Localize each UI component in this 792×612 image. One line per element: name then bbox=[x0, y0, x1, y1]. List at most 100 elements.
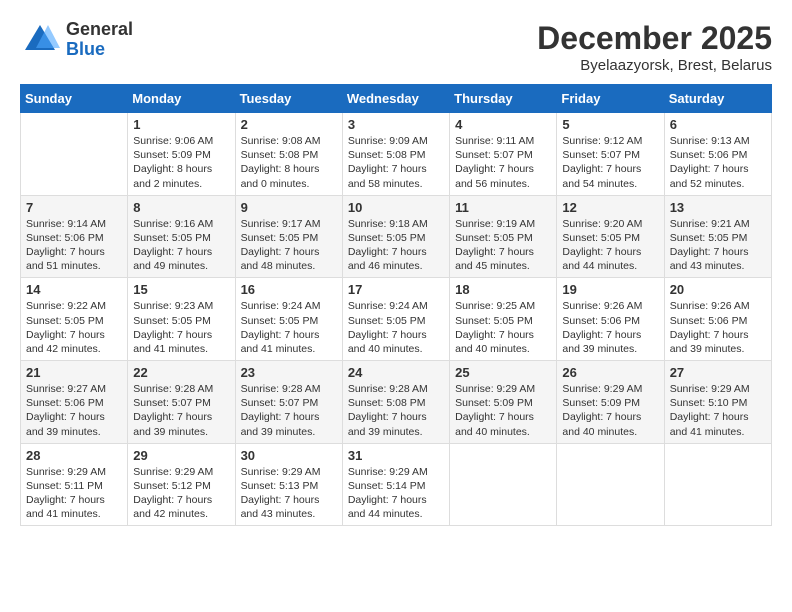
cell-info: Sunrise: 9:20 AM Sunset: 5:05 PM Dayligh… bbox=[562, 217, 658, 274]
cell-info: Sunrise: 9:08 AM Sunset: 5:08 PM Dayligh… bbox=[241, 134, 337, 191]
cell-info: Sunrise: 9:29 AM Sunset: 5:09 PM Dayligh… bbox=[455, 382, 551, 439]
cell-info: Sunrise: 9:16 AM Sunset: 5:05 PM Dayligh… bbox=[133, 217, 229, 274]
cell-day-number: 8 bbox=[133, 200, 229, 215]
cell-info: Sunrise: 9:29 AM Sunset: 5:14 PM Dayligh… bbox=[348, 465, 444, 522]
calendar-cell: 12 Sunrise: 9:20 AM Sunset: 5:05 PM Dayli… bbox=[557, 195, 664, 278]
cell-day-number: 16 bbox=[241, 282, 337, 297]
calendar-week-row: 21 Sunrise: 9:27 AM Sunset: 5:06 PM Dayli… bbox=[21, 361, 772, 444]
cell-day-number: 11 bbox=[455, 200, 551, 215]
calendar-cell: 27Sunrise: 9:29 AM Sunset: 5:10 PM Dayli… bbox=[664, 361, 771, 444]
cell-day-number: 1 bbox=[133, 117, 229, 132]
cell-day-number: 15 bbox=[133, 282, 229, 297]
cell-info: Sunrise: 9:11 AM Sunset: 5:07 PM Dayligh… bbox=[455, 134, 551, 191]
calendar-cell: 28 Sunrise: 9:29 AM Sunset: 5:11 PM Dayli… bbox=[21, 443, 128, 526]
cell-info: Sunrise: 9:19 AM Sunset: 5:05 PM Dayligh… bbox=[455, 217, 551, 274]
cell-day-number: 22 bbox=[133, 365, 229, 380]
cell-day-number: 2 bbox=[241, 117, 337, 132]
calendar-cell: 8 Sunrise: 9:16 AM Sunset: 5:05 PM Daylig… bbox=[128, 195, 235, 278]
cell-day-number: 6 bbox=[670, 117, 766, 132]
cell-day-number: 13 bbox=[670, 200, 766, 215]
logo-text: General Blue bbox=[66, 20, 133, 60]
calendar-cell: 4 Sunrise: 9:11 AM Sunset: 5:07 PM Daylig… bbox=[450, 113, 557, 196]
calendar-week-row: 7 Sunrise: 9:14 AM Sunset: 5:06 PM Daylig… bbox=[21, 195, 772, 278]
subtitle: Byelaazyorsk, Brest, Belarus bbox=[537, 57, 772, 74]
cell-day-number: 4 bbox=[455, 117, 551, 132]
calendar-cell: 17 Sunrise: 9:24 AM Sunset: 5:05 PM Dayli… bbox=[342, 278, 449, 361]
cell-info: Sunrise: 9:28 AM Sunset: 5:08 PM Dayligh… bbox=[348, 382, 444, 439]
cell-info: Sunrise: 9:24 AM Sunset: 5:05 PM Dayligh… bbox=[348, 299, 444, 356]
cell-info: Sunrise: 9:25 AM Sunset: 5:05 PM Dayligh… bbox=[455, 299, 551, 356]
cell-info: Sunrise: 9:29 AM Sunset: 5:09 PM Dayligh… bbox=[562, 382, 658, 439]
cell-day-number: 9 bbox=[241, 200, 337, 215]
cell-day-number: 23 bbox=[241, 365, 337, 380]
day-header-wednesday: Wednesday bbox=[342, 85, 449, 113]
day-header-friday: Friday bbox=[557, 85, 664, 113]
month-title: December 2025 bbox=[537, 20, 772, 57]
cell-info: Sunrise: 9:17 AM Sunset: 5:05 PM Dayligh… bbox=[241, 217, 337, 274]
cell-day-number: 3 bbox=[348, 117, 444, 132]
cell-day-number: 28 bbox=[26, 448, 122, 463]
logo-icon bbox=[20, 20, 60, 60]
cell-info: Sunrise: 9:13 AM Sunset: 5:06 PM Dayligh… bbox=[670, 134, 766, 191]
cell-day-number: 31 bbox=[348, 448, 444, 463]
calendar-cell: 30Sunrise: 9:29 AM Sunset: 5:13 PM Dayli… bbox=[235, 443, 342, 526]
cell-day-number: 27 bbox=[670, 365, 766, 380]
calendar-cell: 14 Sunrise: 9:22 AM Sunset: 5:05 PM Dayli… bbox=[21, 278, 128, 361]
calendar-cell: 9 Sunrise: 9:17 AM Sunset: 5:05 PM Daylig… bbox=[235, 195, 342, 278]
calendar-week-row: 28 Sunrise: 9:29 AM Sunset: 5:11 PM Dayli… bbox=[21, 443, 772, 526]
calendar-cell: 16 Sunrise: 9:24 AM Sunset: 5:05 PM Dayli… bbox=[235, 278, 342, 361]
cell-day-number: 30 bbox=[241, 448, 337, 463]
logo-general: General bbox=[66, 20, 133, 40]
calendar-cell: 29Sunrise: 9:29 AM Sunset: 5:12 PM Dayli… bbox=[128, 443, 235, 526]
cell-info: Sunrise: 9:29 AM Sunset: 5:12 PM Dayligh… bbox=[133, 465, 229, 522]
calendar-cell bbox=[557, 443, 664, 526]
calendar-cell: 25 Sunrise: 9:29 AM Sunset: 5:09 PM Dayli… bbox=[450, 361, 557, 444]
cell-day-number: 20 bbox=[670, 282, 766, 297]
cell-info: Sunrise: 9:28 AM Sunset: 5:07 PM Dayligh… bbox=[133, 382, 229, 439]
calendar-cell: 13 Sunrise: 9:21 AM Sunset: 5:05 PM Dayli… bbox=[664, 195, 771, 278]
calendar-cell: 11 Sunrise: 9:19 AM Sunset: 5:05 PM Dayli… bbox=[450, 195, 557, 278]
cell-day-number: 14 bbox=[26, 282, 122, 297]
cell-day-number: 25 bbox=[455, 365, 551, 380]
cell-info: Sunrise: 9:29 AM Sunset: 5:11 PM Dayligh… bbox=[26, 465, 122, 522]
day-header-saturday: Saturday bbox=[664, 85, 771, 113]
calendar-cell bbox=[664, 443, 771, 526]
cell-day-number: 18 bbox=[455, 282, 551, 297]
calendar-week-row: 14 Sunrise: 9:22 AM Sunset: 5:05 PM Dayli… bbox=[21, 278, 772, 361]
cell-day-number: 21 bbox=[26, 365, 122, 380]
day-header-tuesday: Tuesday bbox=[235, 85, 342, 113]
cell-info: Sunrise: 9:09 AM Sunset: 5:08 PM Dayligh… bbox=[348, 134, 444, 191]
logo-blue: Blue bbox=[66, 40, 133, 60]
cell-info: Sunrise: 9:26 AM Sunset: 5:06 PM Dayligh… bbox=[670, 299, 766, 356]
cell-info: Sunrise: 9:12 AM Sunset: 5:07 PM Dayligh… bbox=[562, 134, 658, 191]
cell-info: Sunrise: 9:22 AM Sunset: 5:05 PM Dayligh… bbox=[26, 299, 122, 356]
cell-info: Sunrise: 9:24 AM Sunset: 5:05 PM Dayligh… bbox=[241, 299, 337, 356]
day-header-thursday: Thursday bbox=[450, 85, 557, 113]
cell-info: Sunrise: 9:21 AM Sunset: 5:05 PM Dayligh… bbox=[670, 217, 766, 274]
calendar-cell: 24Sunrise: 9:28 AM Sunset: 5:08 PM Dayli… bbox=[342, 361, 449, 444]
calendar-cell: 1 Sunrise: 9:06 AM Sunset: 5:09 PM Daylig… bbox=[128, 113, 235, 196]
calendar-cell: 2 Sunrise: 9:08 AM Sunset: 5:08 PM Daylig… bbox=[235, 113, 342, 196]
calendar-cell bbox=[21, 113, 128, 196]
cell-info: Sunrise: 9:14 AM Sunset: 5:06 PM Dayligh… bbox=[26, 217, 122, 274]
calendar-cell: 19Sunrise: 9:26 AM Sunset: 5:06 PM Dayli… bbox=[557, 278, 664, 361]
calendar-cell: 10 Sunrise: 9:18 AM Sunset: 5:05 PM Dayli… bbox=[342, 195, 449, 278]
cell-info: Sunrise: 9:18 AM Sunset: 5:05 PM Dayligh… bbox=[348, 217, 444, 274]
cell-day-number: 10 bbox=[348, 200, 444, 215]
cell-info: Sunrise: 9:27 AM Sunset: 5:06 PM Dayligh… bbox=[26, 382, 122, 439]
calendar-cell: 3 Sunrise: 9:09 AM Sunset: 5:08 PM Daylig… bbox=[342, 113, 449, 196]
calendar-cell: 15Sunrise: 9:23 AM Sunset: 5:05 PM Dayli… bbox=[128, 278, 235, 361]
cell-day-number: 26 bbox=[562, 365, 658, 380]
cell-day-number: 17 bbox=[348, 282, 444, 297]
cell-day-number: 7 bbox=[26, 200, 122, 215]
logo: General Blue bbox=[20, 20, 133, 60]
cell-day-number: 12 bbox=[562, 200, 658, 215]
calendar-cell: 31 Sunrise: 9:29 AM Sunset: 5:14 PM Dayli… bbox=[342, 443, 449, 526]
calendar-cell: 22 Sunrise: 9:28 AM Sunset: 5:07 PM Dayli… bbox=[128, 361, 235, 444]
calendar-week-row: 1 Sunrise: 9:06 AM Sunset: 5:09 PM Daylig… bbox=[21, 113, 772, 196]
cell-day-number: 19 bbox=[562, 282, 658, 297]
title-area: December 2025 Byelaazyorsk, Brest, Belar… bbox=[537, 20, 772, 74]
calendar-cell: 21 Sunrise: 9:27 AM Sunset: 5:06 PM Dayli… bbox=[21, 361, 128, 444]
cell-info: Sunrise: 9:06 AM Sunset: 5:09 PM Dayligh… bbox=[133, 134, 229, 191]
calendar-cell: 20 Sunrise: 9:26 AM Sunset: 5:06 PM Dayli… bbox=[664, 278, 771, 361]
